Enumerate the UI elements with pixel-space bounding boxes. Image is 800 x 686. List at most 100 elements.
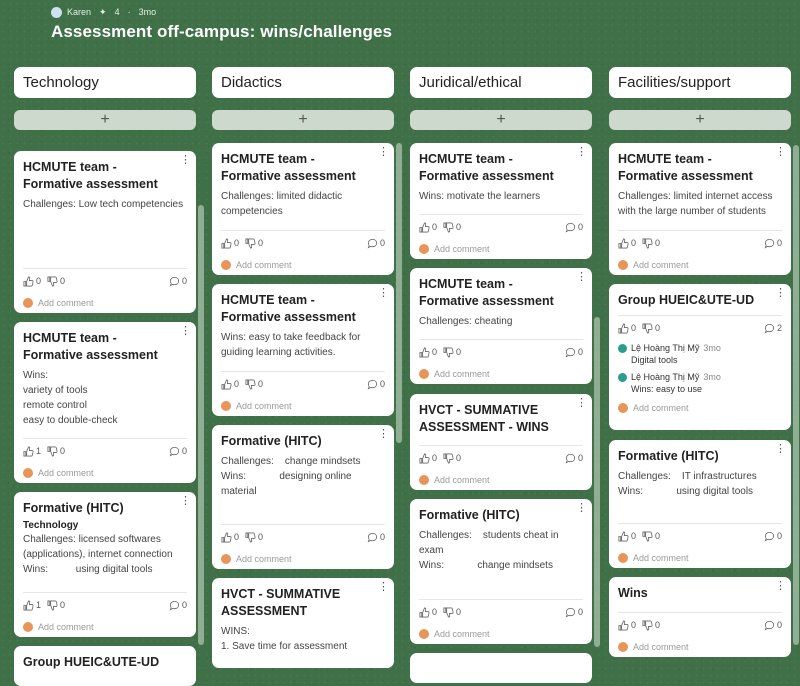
- comment-count-button[interactable]: 0: [764, 620, 782, 631]
- post-card[interactable]: ⋮ HVCT - SUMMATIVE ASSESSMENT - WINS 0 0…: [410, 394, 592, 490]
- thumbs-down-button[interactable]: 0: [443, 607, 461, 618]
- thumbs-up-button[interactable]: 0: [23, 276, 41, 287]
- post-card[interactable]: ⋮ Group HUEIC&UTE-UD 0 0 2 Lệ Hoàng Thị …: [609, 284, 791, 430]
- comment-count-button[interactable]: 2: [764, 323, 782, 334]
- more-options-icon[interactable]: ⋮: [378, 582, 389, 593]
- comment-count-button[interactable]: 0: [764, 238, 782, 249]
- add-comment-row[interactable]: Add comment: [23, 463, 187, 483]
- more-options-icon[interactable]: ⋮: [378, 429, 389, 440]
- more-options-icon[interactable]: ⋮: [576, 503, 587, 514]
- thumbs-down-button[interactable]: 0: [47, 446, 65, 457]
- comment-count-button[interactable]: 0: [565, 607, 583, 618]
- post-card[interactable]: ⋮ HVCT - SUMMATIVE ASSESSMENT WINS: 1. S…: [212, 578, 394, 668]
- thumbs-up-button[interactable]: 0: [221, 532, 239, 543]
- post-card[interactable]: ⋮ Wins 0 0 0 Add comment: [609, 577, 791, 657]
- more-options-icon[interactable]: ⋮: [576, 272, 587, 283]
- add-comment-row[interactable]: Add comment: [618, 255, 782, 275]
- post-card[interactable]: ⋮ HCMUTE team - Formative assessment Win…: [410, 143, 592, 259]
- add-comment-row[interactable]: Add comment: [23, 293, 187, 313]
- thumbs-up-button[interactable]: 0: [221, 238, 239, 249]
- post-card[interactable]: ⋮ Formative (HITC) Challenges: IT infras…: [609, 440, 791, 568]
- thumbs-down-button[interactable]: 0: [47, 276, 65, 287]
- column-scrollbar[interactable]: [594, 317, 600, 647]
- post-card[interactable]: ⋮ Formative (HITC) Technology Challenges…: [14, 492, 196, 637]
- thumbs-up-button[interactable]: 1: [23, 600, 41, 611]
- more-options-icon[interactable]: ⋮: [180, 155, 191, 166]
- column-scrollbar[interactable]: [793, 145, 799, 645]
- thumbs-down-button[interactable]: 0: [642, 620, 660, 631]
- comment-count-button[interactable]: 0: [367, 532, 385, 543]
- add-comment-row[interactable]: Add comment: [221, 396, 385, 416]
- post-card[interactable]: ⋮ HCMUTE team - Formative assessment Win…: [212, 284, 394, 416]
- comment-count-button[interactable]: 0: [565, 222, 583, 233]
- thumbs-up-button[interactable]: 0: [419, 222, 437, 233]
- comment-count-button[interactable]: 0: [565, 347, 583, 358]
- post-card[interactable]: ⋮ Formative (HITC) Challenges: change mi…: [212, 425, 394, 569]
- more-options-icon[interactable]: ⋮: [180, 496, 191, 507]
- column-scrollbar[interactable]: [198, 205, 204, 645]
- thumbs-up-button[interactable]: 0: [419, 607, 437, 618]
- thumbs-down-icon: [642, 620, 653, 630]
- thumbs-down-button[interactable]: 0: [642, 323, 660, 334]
- add-comment-row[interactable]: Add comment: [618, 548, 782, 568]
- comment-count-button[interactable]: 0: [169, 600, 187, 611]
- post-card[interactable]: ⋮ HCMUTE team - Formative assessment Cha…: [410, 268, 592, 384]
- more-options-icon[interactable]: ⋮: [378, 147, 389, 158]
- post-card[interactable]: ⋮ Formative (HITC) Challenges: students …: [410, 499, 592, 644]
- add-comment-row[interactable]: Add comment: [23, 617, 187, 637]
- thumbs-down-button[interactable]: 0: [642, 238, 660, 249]
- more-options-icon[interactable]: ⋮: [775, 147, 786, 158]
- add-comment-row[interactable]: Add comment: [618, 637, 782, 657]
- thumbs-up-button[interactable]: 0: [419, 453, 437, 464]
- thumbs-down-button[interactable]: 0: [245, 238, 263, 249]
- thumbs-down-button[interactable]: 0: [443, 222, 461, 233]
- thumbs-down-button[interactable]: 0: [642, 531, 660, 542]
- add-post-button[interactable]: +: [609, 110, 791, 130]
- post-card-partial[interactable]: [410, 653, 592, 683]
- thumbs-up-button[interactable]: 0: [618, 323, 636, 334]
- add-comment-row[interactable]: Add comment: [419, 239, 583, 259]
- comment-count: 0: [577, 453, 583, 463]
- add-comment-row[interactable]: Add comment: [419, 624, 583, 644]
- thumbs-down-button[interactable]: 0: [47, 600, 65, 611]
- more-options-icon[interactable]: ⋮: [775, 444, 786, 455]
- more-options-icon[interactable]: ⋮: [576, 398, 587, 409]
- thumbs-down-button[interactable]: 0: [443, 453, 461, 464]
- thumbs-up-button[interactable]: 0: [618, 620, 636, 631]
- add-comment-row[interactable]: Add comment: [419, 470, 583, 490]
- comment-count-button[interactable]: 0: [764, 531, 782, 542]
- add-post-button[interactable]: +: [212, 110, 394, 130]
- more-options-icon[interactable]: ⋮: [576, 147, 587, 158]
- like-count: 0: [36, 276, 42, 286]
- add-comment-row[interactable]: Add comment: [221, 255, 385, 275]
- card-body: Challenges: IT infrastructures Wins: usi…: [618, 471, 757, 497]
- thumbs-up-button[interactable]: 0: [419, 347, 437, 358]
- post-card[interactable]: Group HUEIC&UTE-UD: [14, 646, 196, 686]
- comment-count-button[interactable]: 0: [367, 238, 385, 249]
- thumbs-down-button[interactable]: 0: [443, 347, 461, 358]
- thumbs-down-button[interactable]: 0: [245, 379, 263, 390]
- add-post-button[interactable]: +: [410, 110, 592, 130]
- column-scrollbar[interactable]: [396, 143, 402, 443]
- post-card[interactable]: ⋮ HCMUTE team - Formative assessment Win…: [14, 322, 196, 483]
- thumbs-up-button[interactable]: 0: [221, 379, 239, 390]
- thumbs-up-button[interactable]: 0: [618, 238, 636, 249]
- more-options-icon[interactable]: ⋮: [180, 326, 191, 337]
- thumbs-up-button[interactable]: 1: [23, 446, 41, 457]
- comment-count-button[interactable]: 0: [367, 379, 385, 390]
- more-options-icon[interactable]: ⋮: [378, 288, 389, 299]
- post-card[interactable]: ⋮ HCMUTE team - Formative assessment Cha…: [212, 143, 394, 275]
- add-comment-row[interactable]: Add comment: [221, 549, 385, 569]
- more-options-icon[interactable]: ⋮: [775, 288, 786, 299]
- comment-count-button[interactable]: 0: [169, 276, 187, 287]
- add-comment-row[interactable]: Add comment: [419, 364, 583, 384]
- add-post-button[interactable]: +: [14, 110, 196, 130]
- post-card[interactable]: ⋮ HCMUTE team - Formative assessment Cha…: [14, 151, 196, 313]
- more-options-icon[interactable]: ⋮: [775, 581, 786, 592]
- comment-count-button[interactable]: 0: [169, 446, 187, 457]
- thumbs-up-button[interactable]: 0: [618, 531, 636, 542]
- thumbs-down-button[interactable]: 0: [245, 532, 263, 543]
- post-card[interactable]: ⋮ HCMUTE team - Formative assessment Cha…: [609, 143, 791, 275]
- comment-count-button[interactable]: 0: [565, 453, 583, 464]
- add-comment-row[interactable]: Add comment: [618, 398, 782, 418]
